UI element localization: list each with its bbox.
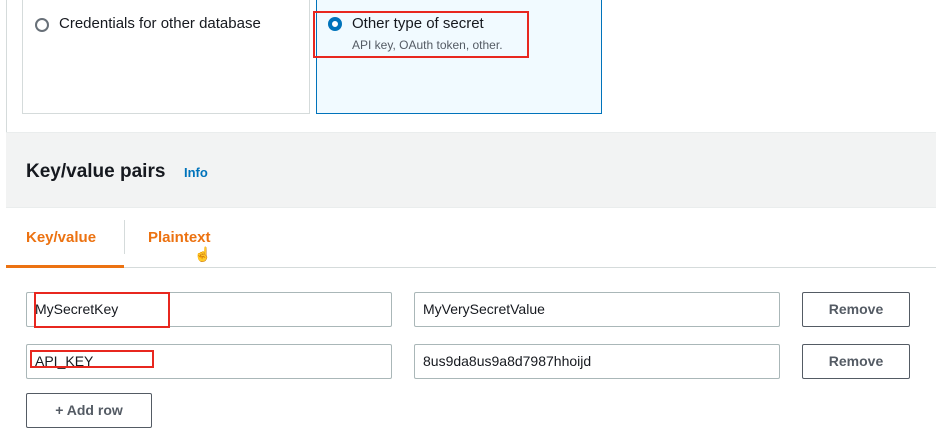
tile-description: API key, OAuth token, other. [352,38,503,52]
value-input[interactable]: 8us9da8us9a8d7987hhoijd [414,344,780,379]
value-input[interactable]: MyVerySecretValue [414,292,780,327]
tab-plaintext[interactable]: Plaintext [148,229,211,246]
tile-title: Credentials for other database [59,15,261,32]
tile-title: Other type of secret [352,15,484,32]
add-row-button[interactable]: + Add row [26,393,152,428]
radio-selected-icon[interactable] [328,17,342,31]
tab-divider [124,220,125,254]
radio-unselected-icon[interactable] [35,18,49,32]
active-tab-indicator [6,265,124,268]
key-input[interactable]: MySecretKey [26,292,392,327]
secret-type-tile-other-database[interactable]: Credentials for other database [22,0,310,114]
tab-key-value[interactable]: Key/value [26,229,96,246]
panel-title: Key/value pairs [26,161,166,182]
tab-bar: Key/value Plaintext [6,208,936,268]
key-input[interactable]: API_KEY [26,344,392,379]
info-link[interactable]: Info [184,165,208,180]
secret-type-section: Credentials for other database Other typ… [0,0,936,132]
remove-button[interactable]: Remove [802,344,910,379]
panel-header: Key/value pairs Info [6,132,936,208]
secret-type-tile-other-secret[interactable]: Other type of secret API key, OAuth toke… [316,0,602,114]
divider [6,0,7,132]
hand-cursor-icon: ☝ [194,246,212,262]
remove-button[interactable]: Remove [802,292,910,327]
